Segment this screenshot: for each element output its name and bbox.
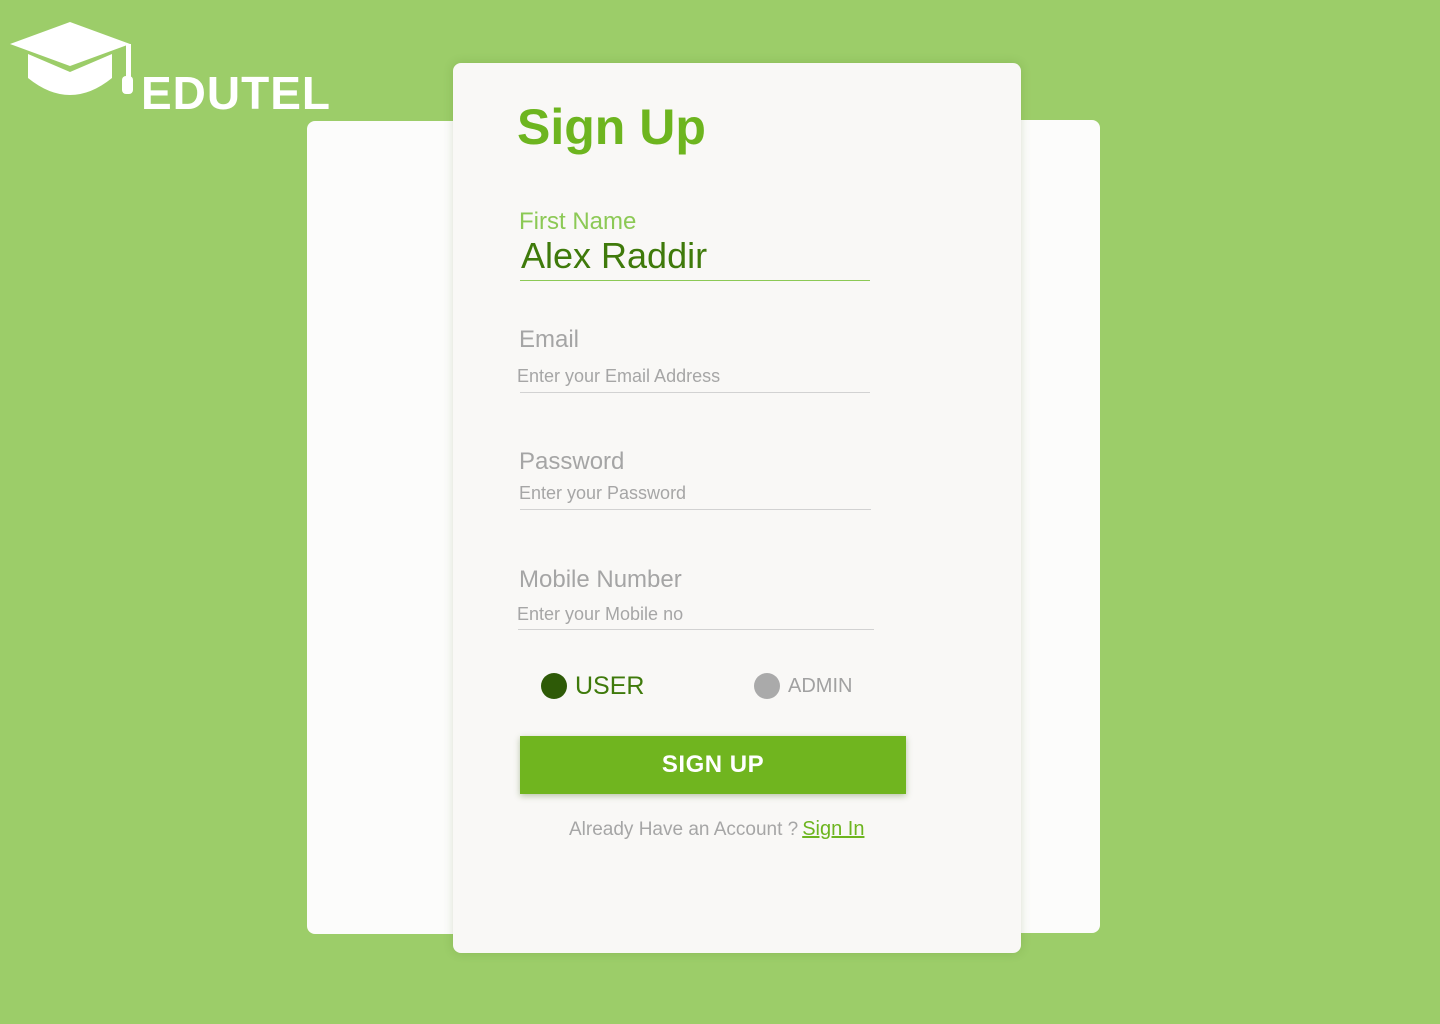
first-name-underline (520, 280, 870, 281)
graduation-cap-icon (10, 22, 133, 95)
email-underline (520, 392, 870, 393)
role-user-label: USER (575, 671, 645, 700)
brand-name: EDUTEL (141, 67, 331, 119)
mobile-label: Mobile Number (519, 566, 682, 593)
signin-prompt-text: Already Have an Account ? (569, 819, 799, 840)
brand-logo: EDUTEL (8, 18, 348, 116)
sign-up-button[interactable]: SIGN UP (520, 736, 906, 794)
signin-prompt: Already Have an Account ? Sign In (569, 818, 864, 841)
first-name-field[interactable]: Alex Raddir (521, 238, 707, 274)
email-field[interactable]: Enter your Email Address (517, 367, 720, 385)
page-title: Sign Up (517, 99, 706, 155)
password-label: Password (519, 448, 625, 475)
background-card-left (307, 121, 467, 934)
radio-unselected-icon (754, 673, 780, 699)
mobile-field[interactable]: Enter your Mobile no (517, 605, 683, 623)
radio-selected-icon (541, 673, 567, 699)
password-field[interactable]: Enter your Password (519, 484, 686, 502)
role-user-radio[interactable]: USER (541, 673, 644, 699)
mobile-underline (518, 629, 874, 630)
password-underline (520, 509, 871, 510)
sign-in-link[interactable]: Sign In (802, 818, 864, 840)
role-admin-label: ADMIN (788, 675, 853, 697)
role-admin-radio[interactable]: ADMIN (754, 673, 852, 699)
background-card-right (1008, 120, 1100, 933)
email-label: Email (519, 326, 580, 353)
first-name-label: First Name (519, 208, 637, 235)
